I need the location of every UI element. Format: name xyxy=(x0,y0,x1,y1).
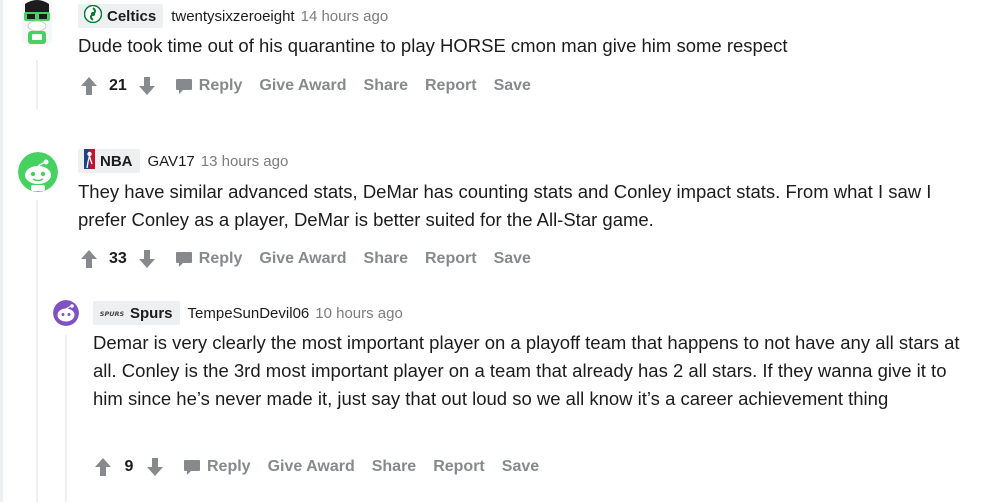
upvote-icon xyxy=(81,250,97,268)
vote-count: 21 xyxy=(109,77,127,94)
comment-icon xyxy=(184,459,200,475)
page-left-border xyxy=(0,0,3,502)
thread-line[interactable] xyxy=(65,335,67,502)
share-button[interactable]: Share xyxy=(364,77,408,95)
downvote-button[interactable] xyxy=(137,75,157,97)
downvote-icon xyxy=(138,250,155,268)
save-button[interactable]: Save xyxy=(502,458,539,476)
username[interactable]: GAV17 xyxy=(148,153,195,170)
upvote-icon xyxy=(95,458,111,476)
give-award-button[interactable]: Give Award xyxy=(268,458,355,476)
report-button[interactable]: Report xyxy=(425,250,477,268)
username[interactable]: TempeSunDevil06 xyxy=(188,305,310,322)
upvote-button[interactable] xyxy=(79,248,99,270)
celtics-logo-icon xyxy=(83,4,103,27)
reply-label: Reply xyxy=(198,77,243,94)
reply-button[interactable]: Reply xyxy=(183,458,251,476)
upvote-button[interactable] xyxy=(93,456,113,478)
flair-label: Spurs xyxy=(130,304,173,322)
flair-label: NBA xyxy=(100,152,133,170)
flair-label: Celtics xyxy=(107,7,157,25)
save-button[interactable]: Save xyxy=(494,250,531,268)
comment-body: Demar is very clearly the most important… xyxy=(93,332,960,409)
reply-label: Reply xyxy=(198,250,243,267)
avatar[interactable] xyxy=(18,0,56,48)
report-button[interactable]: Report xyxy=(433,458,485,476)
give-award-button[interactable]: Give Award xyxy=(259,77,346,95)
timestamp[interactable]: 14 hours ago xyxy=(301,8,389,25)
vote-count: 9 xyxy=(124,458,134,475)
downvote-button[interactable] xyxy=(145,456,165,478)
comment-meta: NBA GAV17 13 hours ago xyxy=(78,149,288,173)
comment-meta: SPURS Spurs TempeSunDevil06 10 hours ago xyxy=(93,301,403,325)
report-button[interactable]: Report xyxy=(425,77,477,95)
give-award-button[interactable]: Give Award xyxy=(259,250,346,268)
share-button[interactable]: Share xyxy=(372,458,416,476)
user-flair: NBA xyxy=(78,149,140,173)
thread-line[interactable] xyxy=(36,200,38,502)
comment-icon xyxy=(175,251,192,267)
vote-count: 33 xyxy=(109,250,127,267)
comment-actions: 21 Reply Give Award Share Report Save xyxy=(79,73,548,99)
reply-button[interactable]: Reply xyxy=(175,250,243,268)
thread-line[interactable] xyxy=(36,60,38,110)
reply-label: Reply xyxy=(207,458,251,475)
downvote-icon xyxy=(138,77,155,95)
timestamp[interactable]: 10 hours ago xyxy=(315,305,403,322)
user-flair: Celtics xyxy=(78,4,164,28)
reply-button[interactable]: Reply xyxy=(175,77,243,95)
upvote-button[interactable] xyxy=(79,75,99,97)
downvote-button[interactable] xyxy=(137,248,157,270)
upvote-icon xyxy=(81,77,97,95)
comment-actions: 33 Reply Give Award Share Report Save xyxy=(79,246,548,272)
timestamp[interactable]: 13 hours ago xyxy=(201,153,289,170)
nba-logo-icon xyxy=(84,149,95,173)
avatar[interactable] xyxy=(18,152,58,192)
comment-body: Dude took time out of his quarantine to … xyxy=(78,35,788,56)
comment-body: They have similar advanced stats, DeMar … xyxy=(78,181,932,230)
comment-actions: 9 Reply Give Award Share Report Save xyxy=(93,454,556,480)
spurs-logo-icon: SPURS xyxy=(99,307,125,319)
downvote-icon xyxy=(147,458,163,476)
save-button[interactable]: Save xyxy=(494,77,531,95)
username[interactable]: twentysixzeroeight xyxy=(171,8,294,25)
avatar[interactable] xyxy=(53,300,79,326)
comment-meta: Celtics twentysixzeroeight 14 hours ago xyxy=(78,4,388,28)
user-flair: SPURS Spurs xyxy=(93,301,180,325)
share-button[interactable]: Share xyxy=(364,250,408,268)
svg-text:SPURS: SPURS xyxy=(100,310,125,318)
comment-icon xyxy=(175,78,192,94)
